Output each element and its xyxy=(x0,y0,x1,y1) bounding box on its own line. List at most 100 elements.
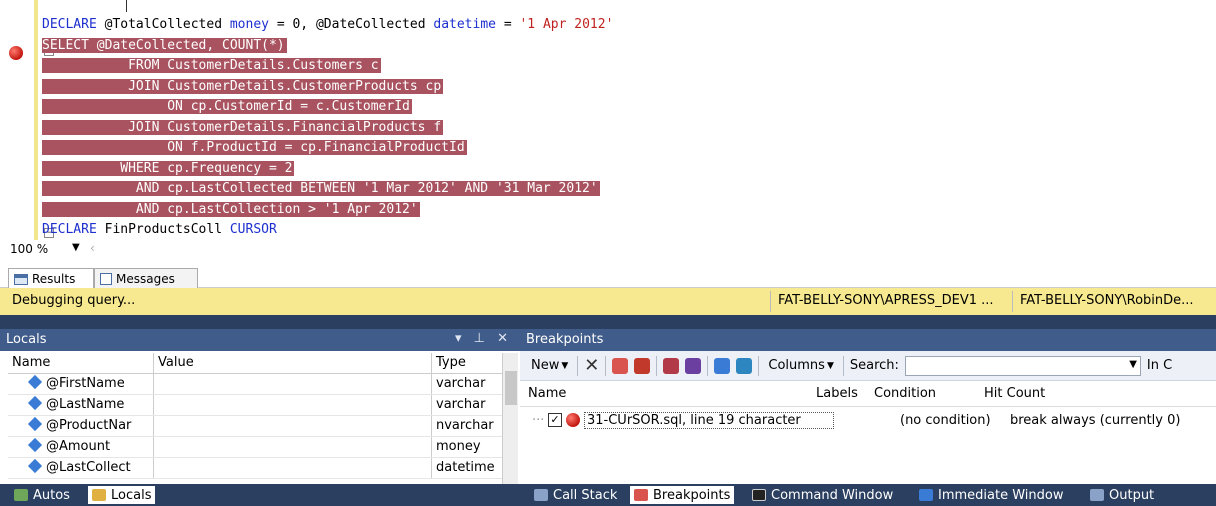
call-stack-icon xyxy=(534,489,548,501)
breakpoint-row[interactable]: ··· ✓ 31-CUrSOR.sql, line 19 character (… xyxy=(520,407,1216,433)
go-to-source-icon[interactable] xyxy=(663,357,680,374)
local-type: varchar xyxy=(436,397,486,412)
local-name: @FirstName xyxy=(46,376,125,391)
local-value[interactable] xyxy=(154,458,432,478)
local-value[interactable] xyxy=(154,374,432,394)
locals-title: Locals xyxy=(6,332,47,347)
panel-controls[interactable]: ▾ ⊥ ✕ xyxy=(455,331,512,346)
locals-row[interactable]: @LastCollect datetime xyxy=(8,458,502,479)
local-value[interactable] xyxy=(154,395,432,415)
tab-messages[interactable]: Messages xyxy=(94,268,198,289)
code-token: DECLARE xyxy=(42,222,97,237)
scroll-left-icon[interactable]: ‹ xyxy=(90,241,95,255)
tab-messages-label: Messages xyxy=(116,272,175,286)
code-line[interactable]: ON cp.CustomerId = c.CustomerId xyxy=(42,97,613,118)
code-line[interactable]: SELECT @DateCollected, COUNT(*) xyxy=(42,36,613,57)
code-lines: DECLARE @TotalCollected money = 0, @Date… xyxy=(42,15,613,240)
tab-call-stack[interactable]: Call Stack xyxy=(530,486,621,504)
code-line[interactable]: JOIN CustomerDetails.CustomerProducts cp xyxy=(42,77,613,98)
code-line[interactable]: AND cp.LastCollection > '1 Apr 2012' xyxy=(42,200,613,221)
variable-icon xyxy=(27,395,43,411)
tab-autos-label: Autos xyxy=(33,487,70,503)
local-value[interactable] xyxy=(154,437,432,457)
locals-scrollbar[interactable] xyxy=(502,353,518,484)
tab-immediate-window[interactable]: Immediate Window xyxy=(915,486,1067,504)
code-line[interactable]: WHERE cp.Frequency = 2 xyxy=(42,159,613,180)
code-line[interactable]: DECLARE FinProductsColl CURSOR xyxy=(42,220,613,240)
locals-row[interactable]: @ProductNar nvarchar xyxy=(8,416,502,437)
import-icon[interactable] xyxy=(736,357,753,374)
query-status-bar: Debugging query... FAT-BELLY-SONY\APRESS… xyxy=(0,288,1216,315)
tab-locals-label: Locals xyxy=(111,487,152,503)
tab-output[interactable]: Output xyxy=(1086,486,1158,504)
code-text: DECLARE FinProductsColl CURSOR xyxy=(42,222,277,237)
toolbar-separator xyxy=(758,355,760,376)
breakpoint-checkbox[interactable]: ✓ xyxy=(548,413,562,427)
search-input[interactable]: ▼ xyxy=(904,355,1141,376)
tab-locals[interactable]: Locals xyxy=(88,486,156,504)
code-token: ON cp.CustomerId = c.CustomerId xyxy=(42,99,410,114)
local-name-cell: @ProductNar xyxy=(8,416,154,436)
scrollbar-thumb[interactable] xyxy=(505,371,517,405)
disable-all-breakpoints-icon[interactable] xyxy=(634,357,651,374)
column-condition[interactable]: Condition xyxy=(866,386,976,401)
tab-results[interactable]: Results xyxy=(8,268,94,289)
locals-row[interactable]: @Amount money xyxy=(8,437,502,458)
code-token: = 0, @DateCollected xyxy=(269,17,434,32)
export-icon[interactable] xyxy=(714,357,731,374)
go-to-disassembly-icon[interactable] xyxy=(685,357,702,374)
new-button[interactable]: New ▼ xyxy=(528,356,571,375)
code-token: DECLARE xyxy=(42,17,97,32)
tab-call-stack-label: Call Stack xyxy=(553,487,618,503)
highlighted-statement: WHERE cp.Frequency = 2 xyxy=(42,160,295,176)
locals-header: Locals ▾ ⊥ ✕ xyxy=(0,329,520,351)
local-value[interactable] xyxy=(154,416,432,436)
code-line[interactable]: JOIN CustomerDetails.FinancialProducts f xyxy=(42,118,613,139)
tab-autos[interactable]: Autos xyxy=(10,486,74,504)
column-name[interactable]: Name xyxy=(8,353,154,373)
column-labels[interactable]: Labels xyxy=(808,386,866,401)
variable-icon xyxy=(27,437,43,453)
breakpoints-header: Breakpoints xyxy=(520,329,1216,351)
code-token: = xyxy=(496,17,520,32)
breakpoint-name[interactable]: 31-CUrSOR.sql, line 19 character xyxy=(584,411,834,429)
chevron-down-icon: ▼ xyxy=(826,360,834,371)
code-line[interactable]: AND cp.LastCollected BETWEEN '1 Mar 2012… xyxy=(42,179,613,200)
tab-command-window[interactable]: Command Window xyxy=(748,486,897,504)
toolbar-separator xyxy=(577,355,579,376)
variable-icon xyxy=(27,458,43,474)
code-line[interactable]: FROM CustomerDetails.Customers c xyxy=(42,56,613,77)
highlighted-statement: SELECT @DateCollected, COUNT(*) xyxy=(42,37,287,53)
locals-row[interactable]: @LastName varchar xyxy=(8,395,502,416)
text-caret xyxy=(126,0,127,12)
user-name: FAT-BELLY-SONY\RobinDe... xyxy=(1020,293,1194,308)
column-hit-count[interactable]: Hit Count xyxy=(976,386,1176,401)
code-line[interactable]: ON f.ProductId = cp.FinancialProductId xyxy=(42,138,613,159)
in-columns-label[interactable]: In C xyxy=(1147,358,1172,373)
locals-row[interactable]: @FirstName varchar xyxy=(8,374,502,395)
chevron-down-icon[interactable]: ▼ xyxy=(1129,359,1137,370)
zoom-level[interactable]: 100 % xyxy=(10,242,48,256)
delete-icon[interactable]: ✕ xyxy=(584,355,599,376)
panel-splitter[interactable] xyxy=(0,315,1216,329)
breakpoints-toolbar: New ▼ ✕ Columns ▼ Search: ▼ In C xyxy=(520,351,1216,381)
breakpoint-icon[interactable] xyxy=(9,46,23,60)
highlighted-statement: AND cp.LastCollection > '1 Apr 2012' xyxy=(42,201,420,217)
local-type: money xyxy=(436,439,481,454)
local-name-cell: @FirstName xyxy=(8,374,154,394)
code-line[interactable]: DECLARE @TotalCollected money = 0, @Date… xyxy=(42,15,613,36)
tree-line: ··· xyxy=(532,412,545,428)
chevron-down-icon[interactable]: ▼ xyxy=(72,242,80,253)
column-type[interactable]: Type xyxy=(432,353,502,373)
highlighted-statement: FROM CustomerDetails.Customers c xyxy=(42,58,381,73)
message-icon xyxy=(100,273,112,285)
delete-all-breakpoints-icon[interactable] xyxy=(612,357,629,374)
highlighted-statement: JOIN CustomerDetails.CustomerProducts cp xyxy=(42,78,444,94)
column-value[interactable]: Value xyxy=(154,353,432,373)
variable-icon xyxy=(27,416,43,432)
column-name[interactable]: Name xyxy=(520,386,808,401)
columns-button[interactable]: Columns ▼ xyxy=(765,356,836,375)
sql-editor[interactable]: − − DECLARE @TotalCollected money = 0, @… xyxy=(0,0,1216,240)
highlighted-statement: AND cp.LastCollected BETWEEN '1 Mar 2012… xyxy=(42,181,600,196)
tab-breakpoints[interactable]: Breakpoints xyxy=(630,486,735,504)
